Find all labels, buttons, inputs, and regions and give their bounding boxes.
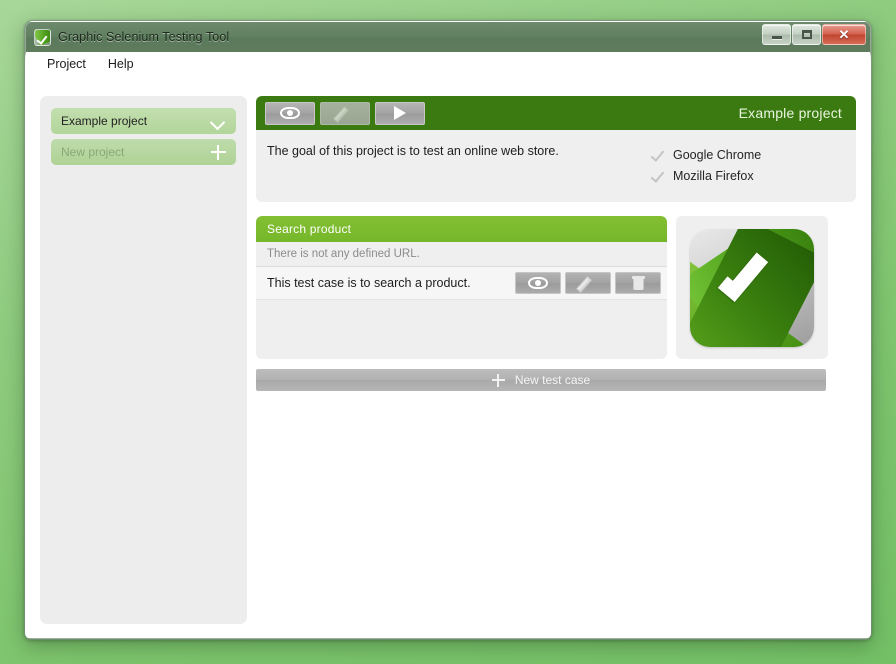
test-case-row[interactable]: This test case is to search a product. [256, 267, 667, 300]
sidebar-item-new-project[interactable]: New project [51, 139, 236, 165]
play-icon [394, 106, 406, 120]
browser-list: Google Chrome Mozilla Firefox [650, 143, 840, 186]
project-toolbar [265, 102, 425, 125]
new-test-case-label: New test case [515, 373, 590, 387]
chevron-down-icon[interactable] [210, 117, 226, 126]
browser-label: Mozilla Firefox [673, 169, 754, 183]
page-title: Example project [739, 105, 842, 121]
test-suite-header[interactable]: Search product [256, 216, 667, 242]
test-suite-row: Search product There is not any defined … [256, 216, 856, 359]
new-test-case-button[interactable]: New test case [256, 369, 826, 391]
pencil-icon [578, 275, 598, 291]
eye-icon [528, 277, 548, 289]
plus-icon[interactable] [211, 145, 226, 160]
browser-row[interactable]: Google Chrome [650, 144, 840, 165]
maximize-button[interactable] [792, 24, 821, 45]
close-icon: ✕ [839, 27, 850, 43]
main-content: Example project The goal of this project… [247, 96, 856, 624]
minimize-icon [772, 36, 782, 39]
test-suite-card: Search product There is not any defined … [256, 216, 667, 359]
browser-label: Google Chrome [673, 148, 761, 162]
title-bar[interactable]: Graphic Selenium Testing Tool ✕ [26, 22, 870, 52]
application-window: Graphic Selenium Testing Tool ✕ Project … [24, 20, 872, 640]
checkmark-icon [650, 169, 664, 183]
project-logo-panel [676, 216, 828, 359]
edit-project-button[interactable] [320, 102, 370, 125]
window-inner: Graphic Selenium Testing Tool ✕ Project … [25, 21, 871, 639]
app-logo-icon [34, 29, 51, 46]
menu-bar: Project Help [26, 52, 870, 76]
window-controls: ✕ [762, 24, 866, 45]
project-description-panel: The goal of this project is to test an o… [256, 130, 856, 202]
delete-test-case-button[interactable] [615, 272, 661, 294]
project-description-text: The goal of this project is to test an o… [267, 143, 650, 186]
test-suite-url: There is not any defined URL. [256, 242, 667, 267]
checkmark-icon [650, 148, 664, 162]
trash-icon [633, 276, 644, 290]
edit-test-case-button[interactable] [565, 272, 611, 294]
sidebar-item-label: Example project [61, 114, 210, 128]
window-title: Graphic Selenium Testing Tool [58, 30, 229, 44]
eye-icon [280, 107, 300, 119]
menu-item-project[interactable]: Project [38, 54, 95, 74]
sidebar-item-label: New project [61, 145, 211, 159]
logo-beam-c [690, 229, 814, 347]
test-case-actions [515, 272, 661, 294]
pencil-icon [335, 105, 355, 121]
application-body: Example project New project [26, 76, 870, 638]
test-case-description: This test case is to search a product. [267, 276, 515, 290]
test-suite-name: Search product [267, 222, 351, 236]
plus-icon [492, 374, 505, 387]
sidebar-item-example-project[interactable]: Example project [51, 108, 236, 134]
minimize-button[interactable] [762, 24, 791, 45]
view-project-button[interactable] [265, 102, 315, 125]
project-header: Example project [256, 96, 856, 130]
view-test-case-button[interactable] [515, 272, 561, 294]
close-button[interactable]: ✕ [822, 24, 866, 45]
green-checkmark-logo [690, 229, 814, 347]
project-sidebar: Example project New project [40, 96, 247, 624]
run-project-button[interactable] [375, 102, 425, 125]
menu-item-help[interactable]: Help [99, 54, 143, 74]
browser-row[interactable]: Mozilla Firefox [650, 165, 840, 186]
maximize-icon [802, 30, 812, 39]
